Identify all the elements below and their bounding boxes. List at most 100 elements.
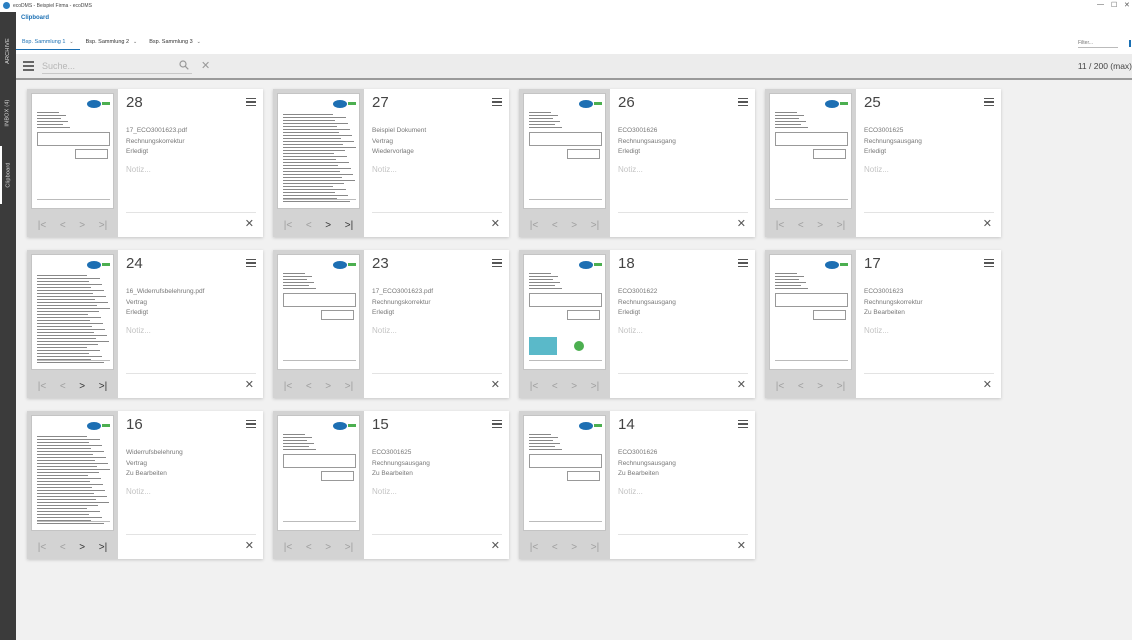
first-page-icon[interactable]: |<: [38, 220, 46, 231]
card-menu-icon[interactable]: [246, 259, 256, 267]
next-page-icon[interactable]: >: [79, 381, 85, 392]
remove-card-icon[interactable]: ✕: [491, 378, 500, 391]
last-page-icon[interactable]: >|: [99, 381, 107, 392]
last-page-icon[interactable]: >|: [99, 542, 107, 553]
sidebar-tab-archive[interactable]: ARCHIVE: [0, 30, 16, 72]
document-card[interactable]: |< < > >| 18 ECO3001622 Rechnungsausgang Erledi…: [519, 250, 755, 398]
card-menu-icon[interactable]: [246, 98, 256, 106]
document-thumbnail[interactable]: [277, 93, 360, 209]
note-field[interactable]: Notiz...: [864, 326, 889, 335]
document-thumbnail[interactable]: [277, 415, 360, 531]
search-input[interactable]: [42, 59, 192, 74]
document-thumbnail[interactable]: [769, 93, 852, 209]
document-thumbnail[interactable]: [769, 254, 852, 370]
last-page-icon[interactable]: >|: [591, 381, 599, 392]
card-menu-icon[interactable]: [738, 420, 748, 428]
filter-input[interactable]: [1078, 39, 1118, 48]
remove-card-icon[interactable]: ✕: [491, 539, 500, 552]
tab-collection-1[interactable]: Bsp. Sammlung 1 ⌄: [16, 34, 80, 50]
document-card[interactable]: |< < > >| 24 16_Widerrufsbelehrung.pdf Vertrag…: [27, 250, 263, 398]
prev-page-icon[interactable]: <: [552, 381, 558, 392]
next-page-icon[interactable]: >: [817, 220, 823, 231]
document-card[interactable]: |< < > >| 27 Beispiel Dokument Vertrag Wiedervo…: [273, 89, 509, 237]
note-field[interactable]: Notiz...: [126, 326, 151, 335]
chevron-down-icon[interactable]: ⌄: [197, 39, 201, 45]
note-field[interactable]: Notiz...: [618, 326, 643, 335]
note-field[interactable]: Notiz...: [372, 326, 397, 335]
chevron-down-icon[interactable]: ⌄: [69, 39, 73, 45]
remove-card-icon[interactable]: ✕: [737, 378, 746, 391]
card-menu-icon[interactable]: [984, 259, 994, 267]
document-card[interactable]: |< < > >| 14 ECO3001626 Rechnungsausgang Zu Bea…: [519, 411, 755, 559]
prev-page-icon[interactable]: <: [60, 381, 66, 392]
note-field[interactable]: Notiz...: [618, 487, 643, 496]
minimize-button[interactable]: —: [1097, 1, 1104, 8]
close-window-button[interactable]: ✕: [1124, 1, 1130, 9]
document-thumbnail[interactable]: [31, 415, 114, 531]
prev-page-icon[interactable]: <: [798, 381, 804, 392]
prev-page-icon[interactable]: <: [306, 542, 312, 553]
document-card[interactable]: |< < > >| 23 17_ECO3001623.pdf Rechnungskorrek…: [273, 250, 509, 398]
first-page-icon[interactable]: |<: [530, 542, 538, 553]
last-page-icon[interactable]: >|: [345, 381, 353, 392]
document-card[interactable]: |< < > >| 25 ECO3001625 Rechnungsausgang Erledi…: [765, 89, 1001, 237]
document-card[interactable]: |< < > >| 15 ECO3001625 Rechnungsausgang Zu Bea…: [273, 411, 509, 559]
first-page-icon[interactable]: |<: [38, 381, 46, 392]
document-thumbnail[interactable]: [31, 93, 114, 209]
card-menu-icon[interactable]: [738, 259, 748, 267]
next-page-icon[interactable]: >: [325, 381, 331, 392]
remove-card-icon[interactable]: ✕: [983, 217, 992, 230]
card-menu-icon[interactable]: [492, 420, 502, 428]
next-page-icon[interactable]: >: [571, 381, 577, 392]
document-thumbnail[interactable]: [523, 254, 606, 370]
clear-search-icon[interactable]: ✕: [201, 59, 210, 72]
prev-page-icon[interactable]: <: [552, 542, 558, 553]
document-thumbnail[interactable]: [31, 254, 114, 370]
next-page-icon[interactable]: >: [571, 220, 577, 231]
next-page-icon[interactable]: >: [571, 542, 577, 553]
first-page-icon[interactable]: |<: [284, 220, 292, 231]
hamburger-menu-icon[interactable]: [23, 61, 34, 71]
sidebar-tab-inbox[interactable]: INBOX (4): [0, 92, 16, 134]
first-page-icon[interactable]: |<: [38, 542, 46, 553]
next-page-icon[interactable]: >: [325, 220, 331, 231]
last-page-icon[interactable]: >|: [837, 381, 845, 392]
first-page-icon[interactable]: |<: [530, 220, 538, 231]
document-card[interactable]: |< < > >| 17 ECO3001623 Rechnungskorrektur Zu B…: [765, 250, 1001, 398]
note-field[interactable]: Notiz...: [618, 165, 643, 174]
note-field[interactable]: Notiz...: [126, 487, 151, 496]
prev-page-icon[interactable]: <: [306, 220, 312, 231]
prev-page-icon[interactable]: <: [552, 220, 558, 231]
next-page-icon[interactable]: >: [817, 381, 823, 392]
search-icon[interactable]: [179, 60, 189, 70]
maximize-button[interactable]: ☐: [1111, 1, 1117, 9]
remove-card-icon[interactable]: ✕: [245, 217, 254, 230]
note-field[interactable]: Notiz...: [372, 487, 397, 496]
next-page-icon[interactable]: >: [79, 542, 85, 553]
last-page-icon[interactable]: >|: [837, 220, 845, 231]
document-thumbnail[interactable]: [523, 415, 606, 531]
prev-page-icon[interactable]: <: [60, 220, 66, 231]
document-card[interactable]: |< < > >| 26 ECO3001626 Rechnungsausgang Erledi…: [519, 89, 755, 237]
remove-card-icon[interactable]: ✕: [983, 378, 992, 391]
prev-page-icon[interactable]: <: [60, 542, 66, 553]
first-page-icon[interactable]: |<: [284, 381, 292, 392]
document-card[interactable]: |< < > >| 16 Widerrufsbelehrung Vertrag Zu Bear…: [27, 411, 263, 559]
first-page-icon[interactable]: |<: [776, 381, 784, 392]
document-card[interactable]: |< < > >| 28 17_ECO3001623.pdf Rechnungskorrek…: [27, 89, 263, 237]
document-thumbnail[interactable]: [277, 254, 360, 370]
tab-collection-3[interactable]: Bsp. Sammlung 3 ⌄: [143, 34, 207, 50]
first-page-icon[interactable]: |<: [530, 381, 538, 392]
remove-card-icon[interactable]: ✕: [737, 539, 746, 552]
sidebar-tab-clipboard[interactable]: Clipboard: [0, 146, 16, 204]
last-page-icon[interactable]: >|: [99, 220, 107, 231]
remove-card-icon[interactable]: ✕: [245, 378, 254, 391]
last-page-icon[interactable]: >|: [345, 542, 353, 553]
next-page-icon[interactable]: >: [79, 220, 85, 231]
note-field[interactable]: Notiz...: [864, 165, 889, 174]
last-page-icon[interactable]: >|: [591, 220, 599, 231]
chevron-down-icon[interactable]: ⌄: [133, 39, 137, 45]
card-menu-icon[interactable]: [492, 98, 502, 106]
card-menu-icon[interactable]: [246, 420, 256, 428]
note-field[interactable]: Notiz...: [372, 165, 397, 174]
